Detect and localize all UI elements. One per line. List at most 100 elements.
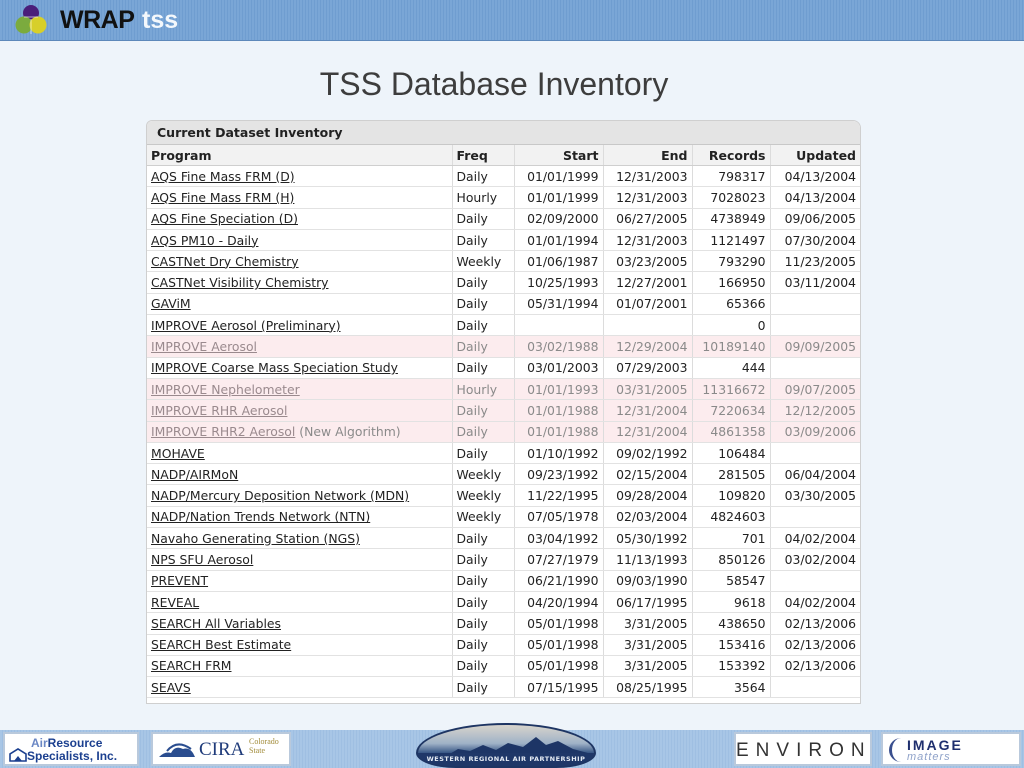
- cell-records: 850126: [692, 548, 771, 571]
- program-link[interactable]: PREVENT: [151, 573, 208, 588]
- cell-records: 166950: [692, 271, 771, 294]
- cell-freq: Daily: [452, 548, 515, 571]
- cell-end: 06/27/2005: [603, 208, 693, 230]
- cell-updated: 07/30/2004: [770, 229, 860, 252]
- cell-freq: Daily: [452, 442, 515, 465]
- program-link[interactable]: NADP/Mercury Deposition Network (MDN): [151, 488, 409, 503]
- cell-end: 09/28/2004: [603, 484, 693, 507]
- table-row: SEARCH FRM Daily 05/01/1998 3/31/2005 153392…: [147, 655, 860, 678]
- cell-records: 4738949: [692, 208, 771, 230]
- cell-program: IMPROVE Coarse Mass Speciation Study: [147, 357, 453, 379]
- table-row: MOHAVE Daily 01/10/1992 09/02/1992 106484: [147, 442, 860, 465]
- colorado-state-text: Colorado State: [249, 737, 279, 755]
- cira-cloud-icon: [159, 743, 195, 757]
- cell-updated: 04/13/2004: [770, 186, 860, 209]
- ars-air-text: Air: [31, 736, 48, 750]
- table-row: IMPROVE RHR Aerosol Daily 01/01/1988 12/31/…: [147, 399, 860, 422]
- program-link[interactable]: NPS SFU Aerosol: [151, 552, 253, 567]
- cell-records: 7220634: [692, 399, 771, 422]
- program-link[interactable]: IMPROVE Nephelometer: [151, 382, 300, 397]
- cell-records: 793290: [692, 250, 771, 273]
- cell-program: AQS PM10 - Daily: [147, 229, 453, 252]
- program-link[interactable]: SEARCH All Variables: [151, 616, 281, 631]
- table-header-row: Program Freq Start End Records Updated: [147, 145, 860, 166]
- environ-logo[interactable]: ENVIRON: [734, 732, 872, 766]
- program-link[interactable]: AQS PM10 - Daily: [151, 233, 258, 248]
- program-link[interactable]: NADP/AIRMoN: [151, 467, 238, 482]
- table-row: CASTNet Dry Chemistry Weekly 01/06/1987 03/…: [147, 250, 860, 273]
- cell-records: 1121497: [692, 229, 771, 252]
- table-row: SEARCH Best Estimate Daily 05/01/1998 3/31/…: [147, 634, 860, 656]
- cell-updated: [770, 442, 860, 465]
- cell-program: CASTNet Visibility Chemistry: [147, 271, 453, 294]
- cell-program: AQS Fine Mass FRM (D): [147, 165, 453, 188]
- cell-program: SEARCH FRM: [147, 655, 453, 678]
- program-link[interactable]: SEARCH FRM: [151, 658, 232, 673]
- cell-records: 0: [692, 314, 771, 337]
- cell-records: 106484: [692, 442, 771, 465]
- cell-end: 12/31/2004: [603, 399, 693, 422]
- cell-freq: Weekly: [452, 484, 515, 507]
- program-link[interactable]: MOHAVE: [151, 446, 205, 461]
- environ-text: ENVIRON: [736, 740, 872, 761]
- image-matters-swoosh-icon: [889, 738, 906, 762]
- wrap-logo-text: WRAP: [60, 6, 135, 34]
- cell-freq: Daily: [452, 335, 515, 358]
- ars-resource-text: Resource: [47, 736, 103, 750]
- air-resource-specialists-logo[interactable]: AirResource Specialists, Inc.: [3, 732, 139, 766]
- table-row: AQS Fine Mass FRM (D) Daily 01/01/1999 12/3…: [147, 165, 860, 188]
- program-note: (New Algorithm): [299, 424, 401, 440]
- table-row: SEARCH All Variables Daily 05/01/1998 3/31/…: [147, 612, 860, 635]
- cell-updated: 09/06/2005: [770, 208, 860, 230]
- cell-updated: 02/13/2006: [770, 655, 860, 678]
- program-link[interactable]: IMPROVE Coarse Mass Speciation Study: [151, 360, 398, 375]
- program-link[interactable]: AQS Fine Speciation (D): [151, 211, 298, 226]
- program-link[interactable]: CASTNet Visibility Chemistry: [151, 275, 329, 290]
- program-link[interactable]: IMPROVE Aerosol: [151, 339, 257, 354]
- cell-freq: Daily: [452, 570, 515, 592]
- cell-start: 01/01/1988: [514, 421, 604, 443]
- image-matters-logo[interactable]: IMAGE matters: [881, 732, 1021, 766]
- cell-records: 701: [692, 527, 771, 550]
- cell-end: 12/31/2004: [603, 421, 693, 443]
- page-title-text: TSS Database Inventory: [319, 66, 669, 102]
- cell-updated: 04/02/2004: [770, 527, 860, 550]
- table-row: SEAVS Daily 07/15/1995 08/25/1995 3564: [147, 676, 860, 699]
- table-row: NADP/AIRMoN Weekly 09/23/1992 02/15/2004 281…: [147, 463, 860, 486]
- cell-start: 07/15/1995: [514, 676, 604, 699]
- column-header-end[interactable]: End: [603, 145, 693, 166]
- program-link[interactable]: NADP/Nation Trends Network (NTN): [151, 509, 370, 524]
- program-link[interactable]: REVEAL: [151, 595, 199, 610]
- table-row: NPS SFU Aerosol Daily 07/27/1979 11/13/1993…: [147, 548, 860, 571]
- column-header-records[interactable]: Records: [692, 145, 771, 166]
- program-link[interactable]: IMPROVE RHR2 Aerosol: [151, 424, 295, 439]
- cira-logo[interactable]: CIRA Colorado State: [151, 732, 291, 766]
- column-header-program[interactable]: Program: [147, 145, 453, 166]
- cell-freq: Daily: [452, 229, 515, 252]
- program-link[interactable]: IMPROVE RHR Aerosol: [151, 403, 287, 418]
- program-link[interactable]: CASTNet Dry Chemistry: [151, 254, 299, 269]
- cell-program: CASTNet Dry Chemistry: [147, 250, 453, 273]
- cell-updated: 03/02/2004: [770, 548, 860, 571]
- inventory-table: Program Freq Start End Records Updated A…: [147, 145, 860, 699]
- cell-end: 12/31/2003: [603, 165, 693, 188]
- column-header-start[interactable]: Start: [514, 145, 604, 166]
- program-link[interactable]: IMPROVE Aerosol (Preliminary): [151, 318, 341, 333]
- table-row: NADP/Mercury Deposition Network (MDN) Wee…: [147, 484, 860, 507]
- program-link[interactable]: AQS Fine Mass FRM (H): [151, 190, 294, 205]
- cell-freq: Daily: [452, 591, 515, 614]
- cell-start: 11/22/1995: [514, 484, 604, 507]
- table-row: IMPROVE Coarse Mass Speciation Study Dail…: [147, 357, 860, 379]
- program-link[interactable]: SEAVS: [151, 680, 191, 695]
- column-header-freq[interactable]: Freq: [452, 145, 515, 166]
- program-link[interactable]: AQS Fine Mass FRM (D): [151, 169, 295, 184]
- cell-end: 03/23/2005: [603, 250, 693, 273]
- cell-records: 58547: [692, 570, 771, 592]
- program-link[interactable]: GAViM: [151, 296, 191, 311]
- cell-updated: 03/30/2005: [770, 484, 860, 507]
- program-link[interactable]: Navaho Generating Station (NGS): [151, 531, 360, 546]
- column-header-updated[interactable]: Updated: [770, 145, 860, 166]
- cell-start: 06/21/1990: [514, 570, 604, 592]
- table-row: AQS Fine Mass FRM (H) Hourly 01/01/1999 12/…: [147, 186, 860, 209]
- program-link[interactable]: SEARCH Best Estimate: [151, 637, 291, 652]
